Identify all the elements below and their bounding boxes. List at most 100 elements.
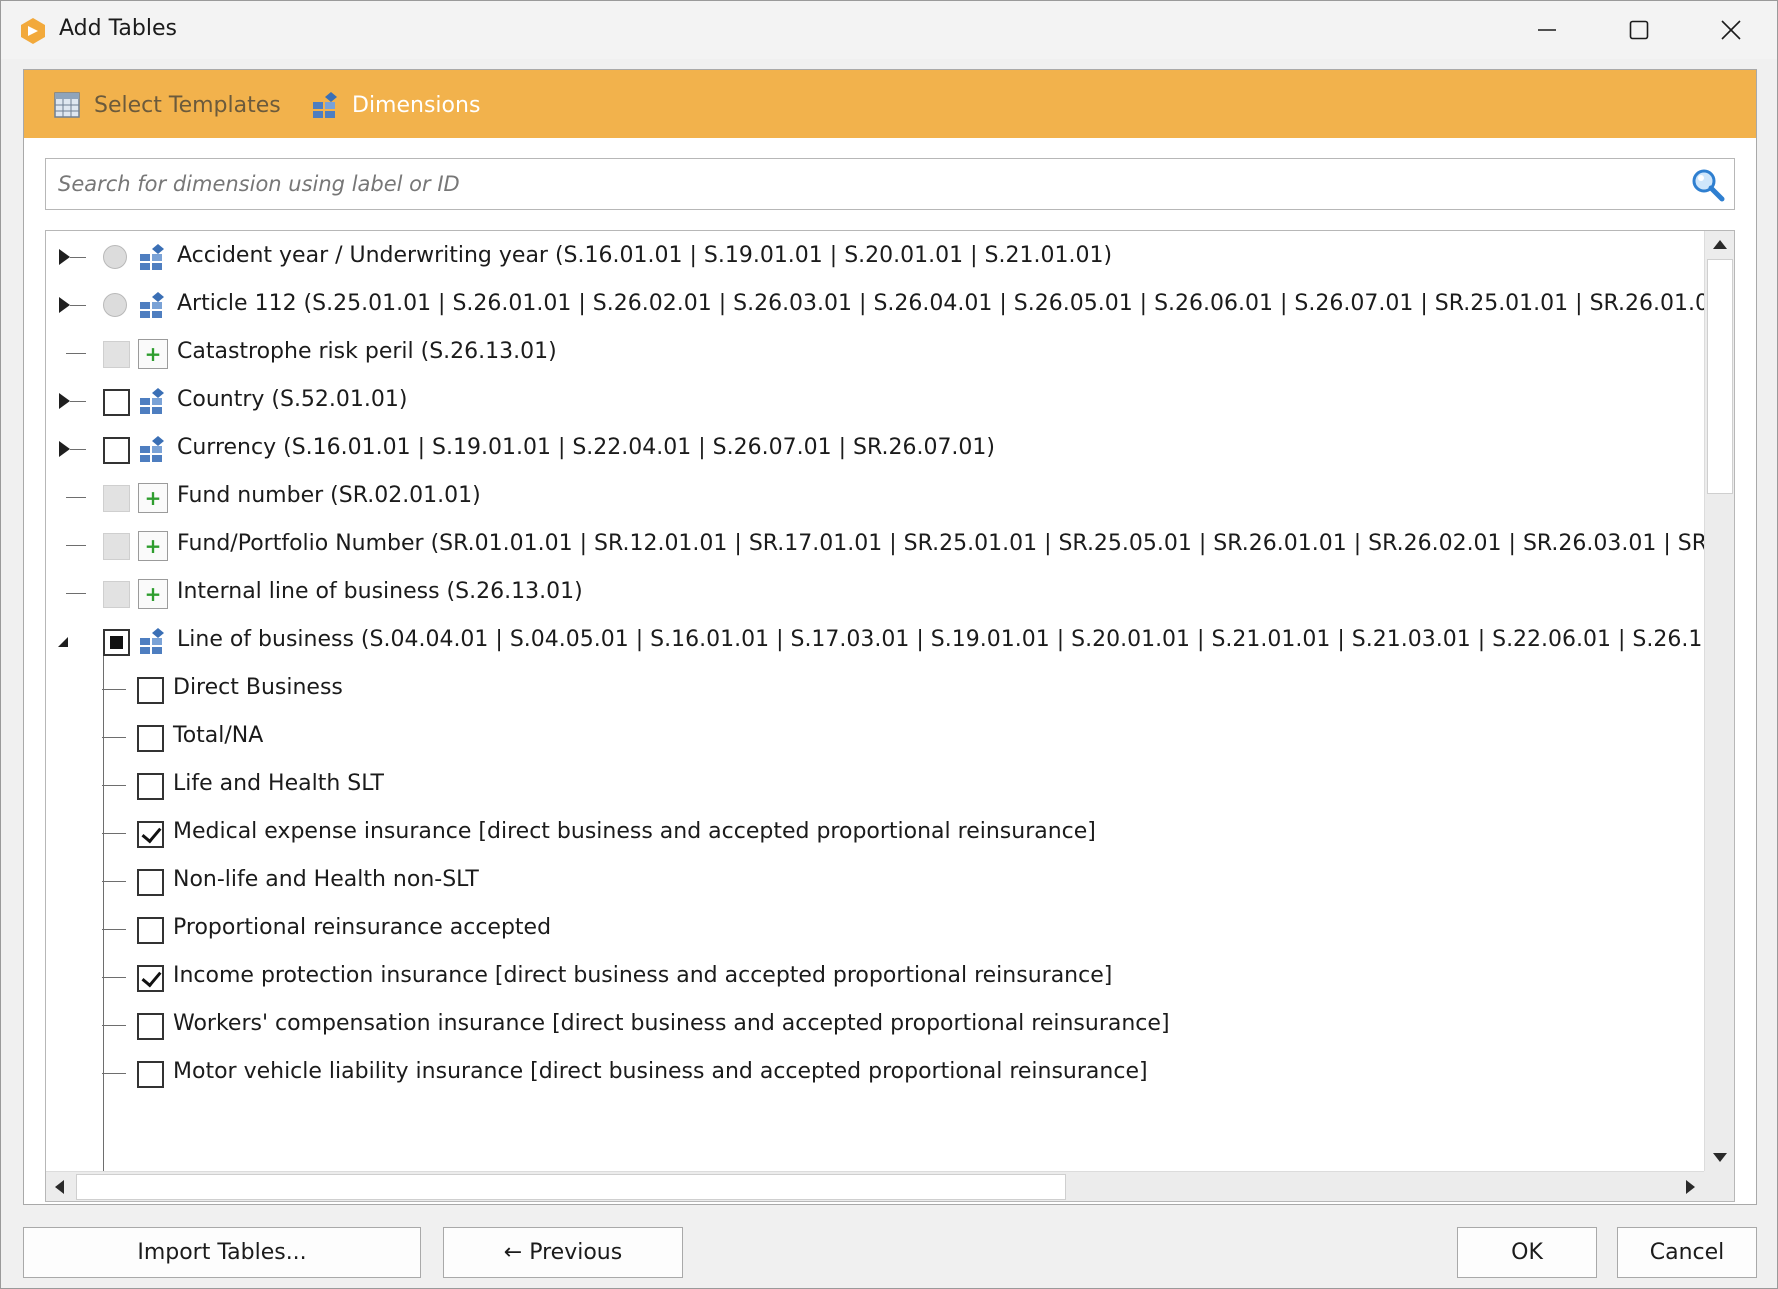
tree-connector xyxy=(102,785,126,786)
tree-connector xyxy=(66,545,86,546)
close-button[interactable] xyxy=(1685,1,1777,59)
tree-child-label: Income protection insurance [direct busi… xyxy=(173,963,1113,988)
expand-arrow-icon[interactable] xyxy=(59,249,70,265)
scroll-left-arrow-icon[interactable] xyxy=(55,1180,64,1194)
dimension-blocks-icon xyxy=(140,244,164,270)
tree-child-checkbox[interactable] xyxy=(137,677,164,704)
wizard-steps-bar: Select Templates Dimensions xyxy=(24,70,1756,138)
tree-child-item[interactable]: Life and Health SLT xyxy=(46,759,1704,813)
add-tables-dialog: Add Tables Select Templates Dimensions S… xyxy=(0,0,1778,1289)
search-input[interactable] xyxy=(46,159,1686,209)
tree-item[interactable]: Country (S.52.01.01) xyxy=(46,375,1704,429)
minimize-button[interactable] xyxy=(1501,1,1593,59)
vertical-scroll-thumb[interactable] xyxy=(1707,259,1733,494)
tree-item-label: Fund number (SR.02.01.01) xyxy=(177,483,481,508)
tree-item-label: Catastrophe risk peril (S.26.13.01) xyxy=(177,339,557,364)
dimension-tree: Accident year / Underwriting year (S.16.… xyxy=(45,230,1735,1202)
tree-item-checkbox[interactable] xyxy=(103,437,130,464)
add-plus-icon: + xyxy=(138,339,168,369)
collapse-arrow-icon[interactable] xyxy=(58,637,68,647)
tree-connector xyxy=(102,977,126,978)
tree-item[interactable]: + Fund/Portfolio Number (SR.01.01.01 | S… xyxy=(46,519,1704,573)
dimension-blocks-icon xyxy=(140,436,164,462)
tree-child-checkbox[interactable] xyxy=(137,725,164,752)
tree-child-label: Life and Health SLT xyxy=(173,771,384,796)
tree-connector xyxy=(102,689,126,690)
tree-child-label: Total/NA xyxy=(173,723,264,748)
tree-item-checkbox xyxy=(103,533,130,560)
scroll-right-arrow-icon[interactable] xyxy=(1686,1180,1695,1194)
tree-item-label: Internal line of business (S.26.13.01) xyxy=(177,579,583,604)
step-dimensions[interactable]: Dimensions xyxy=(310,88,480,122)
tree-child-item[interactable]: Proportional reinsurance accepted xyxy=(46,903,1704,957)
vertical-scrollbar[interactable] xyxy=(1704,231,1734,1171)
expand-arrow-icon[interactable] xyxy=(59,441,70,457)
tree-item-radio[interactable] xyxy=(103,245,127,269)
tree-item-label: Currency (S.16.01.01 | S.19.01.01 | S.22… xyxy=(177,435,996,460)
ok-button[interactable]: OK xyxy=(1457,1227,1597,1278)
tree-item[interactable]: Accident year / Underwriting year (S.16.… xyxy=(46,231,1704,285)
tree-connector xyxy=(70,449,86,450)
cancel-button[interactable]: Cancel xyxy=(1617,1227,1757,1278)
tree-child-checkbox[interactable] xyxy=(137,1061,164,1088)
tree-child-checkbox[interactable] xyxy=(137,965,164,992)
add-plus-icon: + xyxy=(138,531,168,561)
tree-child-item[interactable]: Motor vehicle liability insurance [direc… xyxy=(46,1047,1704,1101)
expand-arrow-icon[interactable] xyxy=(59,297,70,313)
tree-connector xyxy=(102,737,126,738)
step-dimensions-label: Dimensions xyxy=(352,92,481,118)
tree-connector xyxy=(66,593,86,594)
window-title: Add Tables xyxy=(59,16,177,41)
scroll-down-arrow-icon[interactable] xyxy=(1713,1153,1727,1162)
tree-connector xyxy=(102,1025,126,1026)
tree-child-item[interactable]: Workers' compensation insurance [direct … xyxy=(46,999,1704,1053)
table-grid-icon xyxy=(54,92,80,118)
tree-child-label: Direct Business xyxy=(173,675,343,700)
close-icon xyxy=(1721,20,1741,40)
tree-item[interactable]: Article 112 (S.25.01.01 | S.26.01.01 | S… xyxy=(46,279,1704,333)
tree-item-label: Fund/Portfolio Number (SR.01.01.01 | SR.… xyxy=(177,531,1704,556)
tree-viewport: Accident year / Underwriting year (S.16.… xyxy=(46,231,1704,1171)
tree-child-checkbox[interactable] xyxy=(137,917,164,944)
tree-item[interactable]: Line of business (S.04.04.01 | S.04.05.0… xyxy=(46,615,1704,669)
search-icon[interactable] xyxy=(1690,167,1726,203)
tree-item-checkbox[interactable] xyxy=(103,629,130,656)
dimension-blocks-icon xyxy=(140,292,164,318)
tree-connector xyxy=(102,929,126,930)
tree-child-item[interactable]: Medical expense insurance [direct busine… xyxy=(46,807,1704,861)
tree-item-label: Line of business (S.04.04.01 | S.04.05.0… xyxy=(177,627,1704,652)
step-select-templates[interactable]: Select Templates xyxy=(52,88,281,122)
content-frame: Select Templates Dimensions Search for d… xyxy=(23,69,1757,1205)
tree-child-label: Non-life and Health non-SLT xyxy=(173,867,479,892)
previous-button[interactable]: ← Previous xyxy=(443,1227,683,1278)
expand-arrow-icon[interactable] xyxy=(59,393,70,409)
tree-item[interactable]: + Catastrophe risk peril (S.26.13.01) xyxy=(46,327,1704,381)
tree-child-item[interactable]: Total/NA xyxy=(46,711,1704,765)
tree-child-item[interactable]: Non-life and Health non-SLT xyxy=(46,855,1704,909)
tree-child-item[interactable]: Income protection insurance [direct busi… xyxy=(46,951,1704,1005)
tree-item-radio[interactable] xyxy=(103,293,127,317)
tree-connector xyxy=(66,497,86,498)
tree-item[interactable]: + Internal line of business (S.26.13.01) xyxy=(46,567,1704,621)
tree-child-checkbox[interactable] xyxy=(137,821,164,848)
dimension-blocks-icon xyxy=(140,388,164,414)
tree-item[interactable]: + Fund number (SR.02.01.01) xyxy=(46,471,1704,525)
tree-child-label: Workers' compensation insurance [direct … xyxy=(173,1011,1170,1036)
tree-child-checkbox[interactable] xyxy=(137,773,164,800)
title-bar: Add Tables xyxy=(1,1,1777,59)
dimension-blocks-icon xyxy=(313,92,337,118)
tree-child-checkbox[interactable] xyxy=(137,869,164,896)
tree-connector xyxy=(102,881,126,882)
tree-item[interactable]: Currency (S.16.01.01 | S.19.01.01 | S.22… xyxy=(46,423,1704,477)
tree-item-checkbox[interactable] xyxy=(103,389,130,416)
horizontal-scrollbar[interactable] xyxy=(46,1171,1704,1201)
tree-item-label: Accident year / Underwriting year (S.16.… xyxy=(177,243,1113,268)
maximize-button[interactable] xyxy=(1593,1,1685,59)
tree-child-item[interactable]: Direct Business xyxy=(46,663,1704,717)
scrollbar-corner xyxy=(1704,1171,1734,1201)
scroll-up-arrow-icon[interactable] xyxy=(1713,240,1727,249)
tree-child-checkbox[interactable] xyxy=(137,1013,164,1040)
add-plus-icon: + xyxy=(138,483,168,513)
import-tables-button[interactable]: Import Tables... xyxy=(23,1227,421,1278)
horizontal-scroll-thumb[interactable] xyxy=(76,1174,1066,1200)
